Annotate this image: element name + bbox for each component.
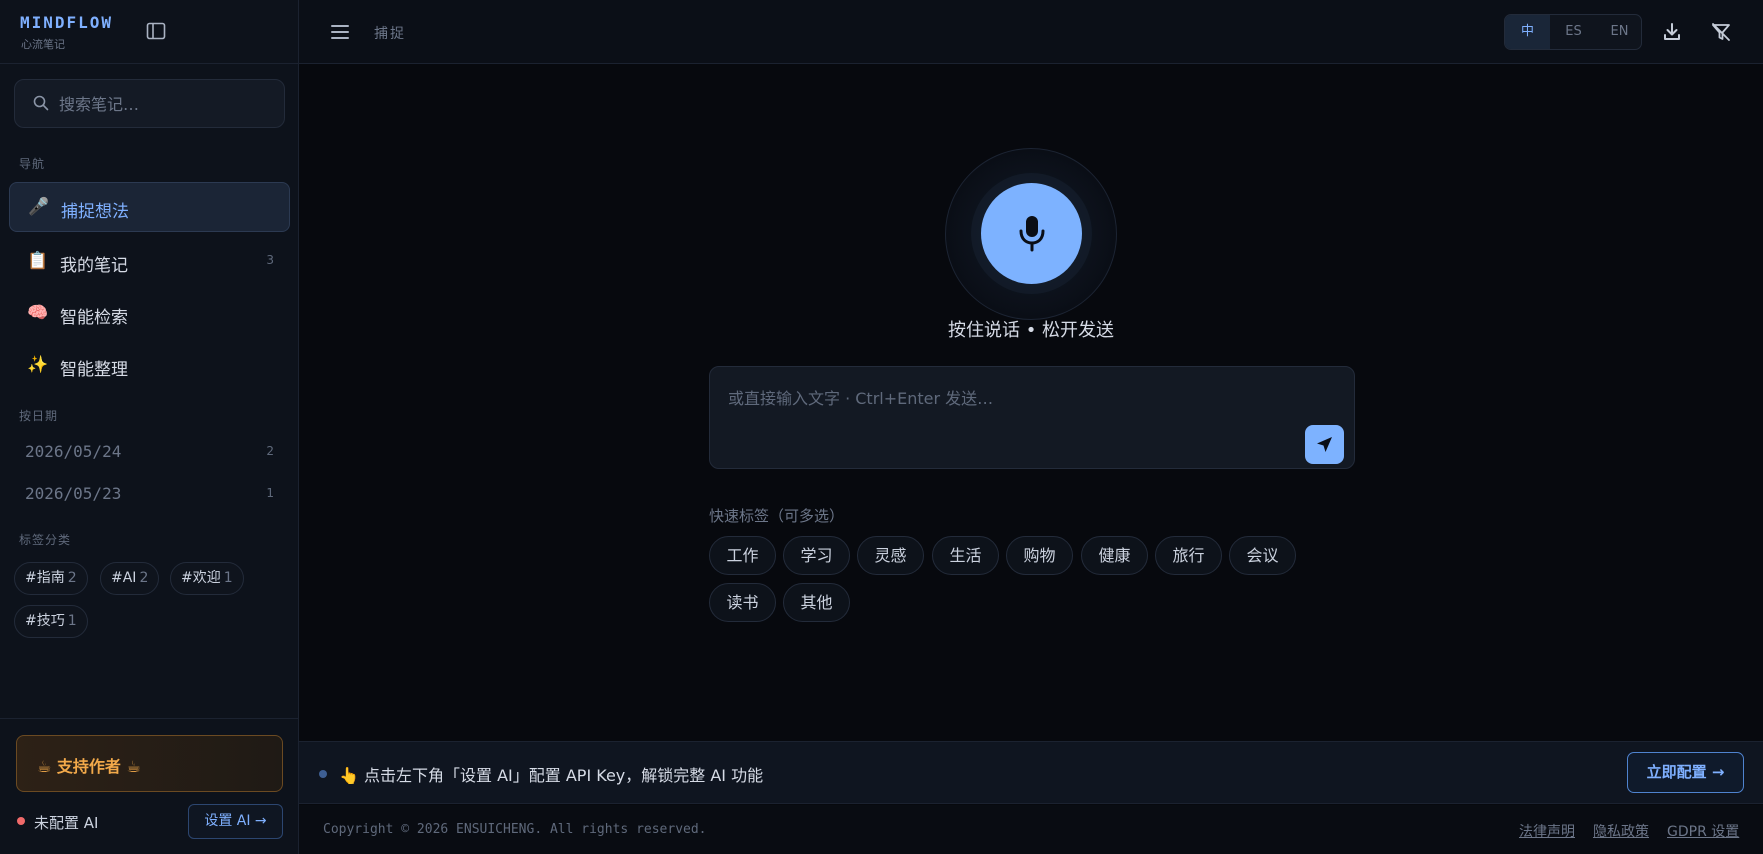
tag-count: 1 [223, 570, 233, 586]
copyright: Copyright © 2026 ENSUICHENG. All rights … [323, 822, 707, 837]
send-icon [1317, 437, 1332, 452]
search-icon [33, 95, 49, 111]
nav-section-label: 导航 [19, 157, 46, 171]
quick-tag[interactable]: 生活 [932, 536, 999, 575]
microphone-icon [1019, 216, 1045, 252]
sidebar-footer: ☕ 支持作者 ☕ 未配置 AI 设置 AI → [0, 718, 299, 854]
date-count: 2 [266, 444, 274, 458]
menu-icon[interactable] [329, 22, 351, 42]
lang-en-button[interactable]: EN [1597, 15, 1641, 49]
nav-item-label: 智能整理 [60, 360, 128, 380]
nav-item-label: 捕捉想法 [61, 202, 129, 222]
legal-link[interactable]: 法律声明 [1519, 821, 1575, 841]
tag-chip[interactable]: #技巧 1 [14, 605, 88, 638]
date-label: 2026/05/23 [25, 484, 122, 503]
send-button[interactable] [1305, 425, 1344, 464]
quick-tag[interactable]: 其他 [783, 583, 850, 622]
quick-tags-label: 快速标签（可多选） [709, 507, 845, 525]
configure-now-button[interactable]: 立即配置 → [1627, 752, 1744, 793]
brand-subtitle: 心流笔记 [21, 38, 65, 51]
brand-header: MINDFLOW 心流笔记 [0, 0, 298, 64]
tag-label: #指南 [25, 570, 65, 586]
footer: Copyright © 2026 ENSUICHENG. All rights … [299, 805, 1763, 854]
quick-tag[interactable]: 学习 [783, 536, 850, 575]
banner-dot [319, 770, 327, 778]
date-label: 2026/05/24 [25, 442, 122, 461]
nav-item-label: 我的笔记 [60, 256, 128, 276]
quick-tag[interactable]: 读书 [709, 583, 776, 622]
tag-label: #欢迎 [181, 570, 221, 586]
date-item[interactable]: 2026/05/23 1 [9, 475, 290, 513]
quick-tag[interactable]: 旅行 [1155, 536, 1222, 575]
nav-item-count: 3 [266, 253, 274, 267]
date-count: 1 [266, 486, 274, 500]
privacy-link[interactable]: 隐私政策 [1593, 821, 1649, 841]
quick-tag[interactable]: 购物 [1006, 536, 1073, 575]
quick-tag[interactable]: 会议 [1229, 536, 1296, 575]
top-bar: 捕捉 中 ES EN [299, 0, 1763, 64]
lang-zh-button[interactable]: 中 [1505, 15, 1550, 49]
tags-section-label: 标签分类 [19, 533, 72, 547]
tag-chip[interactable]: #欢迎 1 [170, 562, 244, 595]
breadcrumb: 捕捉 [374, 26, 406, 42]
clipboard-icon: 📋 [27, 251, 49, 271]
clear-filter-icon[interactable] [1710, 21, 1732, 43]
lang-es-button[interactable]: ES [1551, 15, 1596, 49]
sidebar: MINDFLOW 心流笔记 导航 🎤 捕捉想法 📋 我的笔记 3 🧠 智能检索 … [0, 0, 299, 854]
tag-chip[interactable]: #指南 2 [14, 562, 88, 595]
nav-item-smart-organize[interactable]: ✨ 智能整理 [9, 341, 290, 391]
mic-hint: 按住说话 • 松开发送 [947, 320, 1115, 341]
setup-ai-button[interactable]: 设置 AI → [188, 804, 283, 839]
tag-count: 2 [139, 570, 149, 586]
ai-status-text: 未配置 AI [34, 814, 99, 832]
sidebar-toggle-icon[interactable] [146, 21, 166, 41]
brand-name: MINDFLOW [20, 13, 114, 32]
record-button[interactable] [981, 183, 1082, 284]
ai-status-dot [17, 817, 25, 825]
search-box[interactable] [14, 79, 285, 128]
download-icon[interactable] [1661, 21, 1683, 43]
sparkles-icon: ✨ [27, 355, 49, 375]
note-input-box [709, 366, 1355, 469]
note-input[interactable] [728, 385, 1288, 455]
quick-tag[interactable]: 工作 [709, 536, 776, 575]
ai-setup-banner: 👆 点击左下角「设置 AI」配置 API Key，解锁完整 AI 功能 立即配置… [299, 741, 1763, 804]
nav-item-capture[interactable]: 🎤 捕捉想法 [9, 182, 290, 232]
search-input[interactable] [59, 90, 274, 118]
date-section-label: 按日期 [19, 409, 59, 423]
tag-count: 1 [67, 613, 77, 629]
quick-tag[interactable]: 灵感 [857, 536, 924, 575]
microphone-icon: 🎤 [28, 197, 50, 217]
nav-item-my-notes[interactable]: 📋 我的笔记 3 [9, 237, 290, 287]
date-item[interactable]: 2026/05/24 2 [9, 433, 290, 471]
tag-chip[interactable]: #AI 2 [100, 562, 160, 595]
language-switcher: 中 ES EN [1504, 14, 1642, 50]
tag-count: 2 [67, 570, 77, 586]
quick-tag[interactable]: 健康 [1081, 536, 1148, 575]
support-author-label: ☕ 支持作者 ☕ [37, 757, 141, 776]
support-author-button[interactable]: ☕ 支持作者 ☕ [16, 735, 283, 792]
banner-text: 👆 点击左下角「设置 AI」配置 API Key，解锁完整 AI 功能 [339, 766, 764, 785]
tag-label: #AI [111, 570, 137, 586]
tag-label: #技巧 [25, 613, 65, 629]
gdpr-link[interactable]: GDPR 设置 [1667, 821, 1739, 841]
